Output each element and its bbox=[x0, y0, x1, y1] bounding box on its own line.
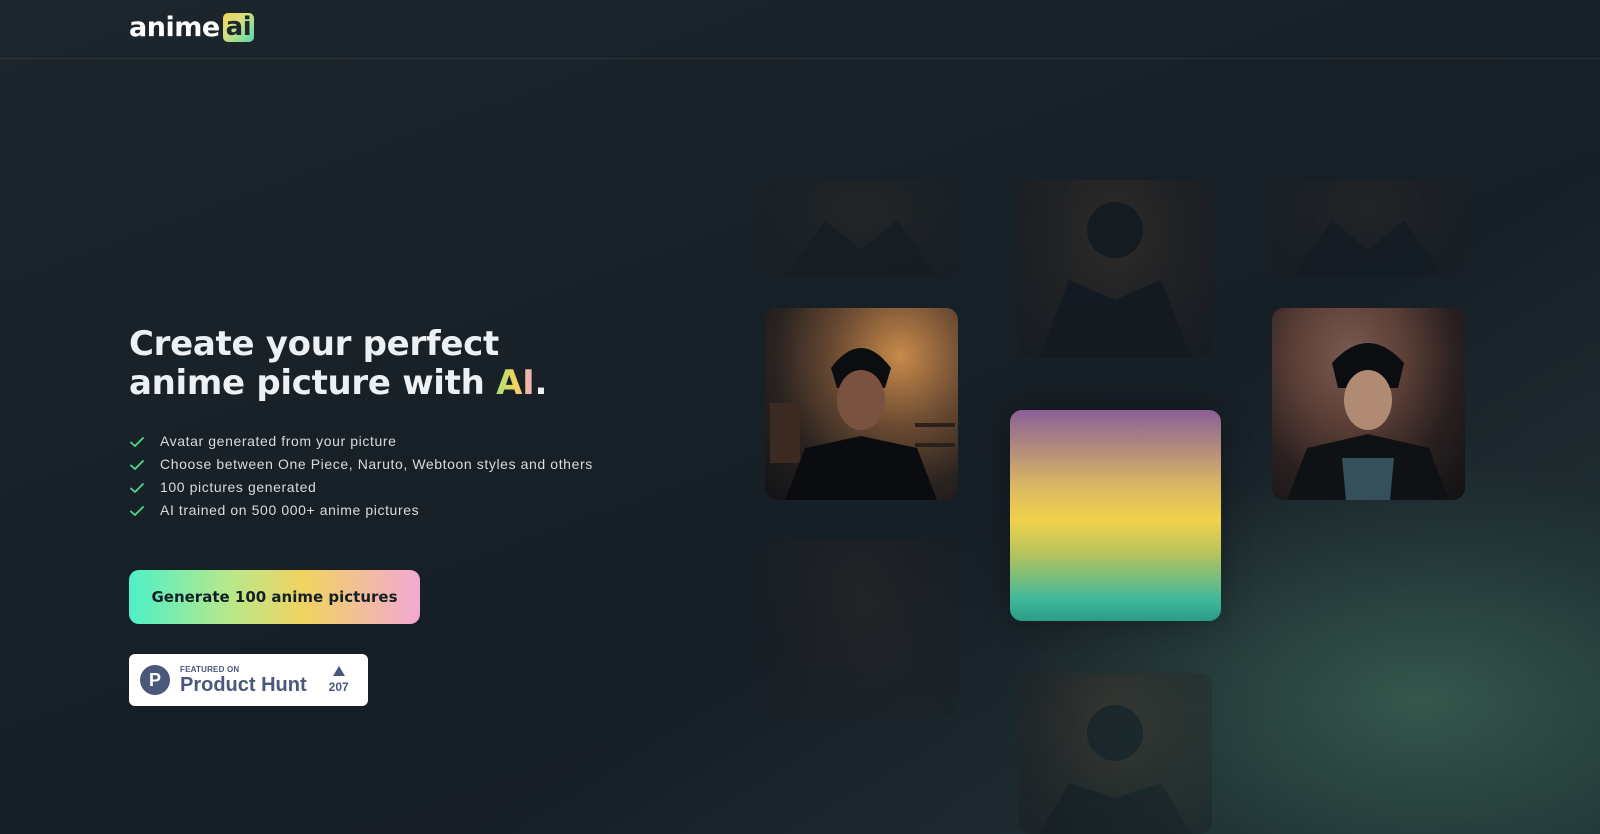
hero-title-accent: AI bbox=[496, 363, 535, 403]
anime-portrait-image bbox=[765, 308, 958, 500]
feature-item: 100 pictures generated bbox=[129, 478, 599, 497]
hero-title-suffix: . bbox=[534, 363, 548, 403]
product-hunt-badge[interactable]: P FEATURED ON Product Hunt 207 bbox=[129, 654, 368, 706]
anime-portrait-image bbox=[1272, 308, 1465, 500]
hero-title-line2: anime picture with AI. bbox=[129, 364, 689, 403]
product-hunt-logo-icon: P bbox=[140, 665, 170, 695]
anime-portrait-image bbox=[1272, 180, 1465, 277]
feature-text: 100 pictures generated bbox=[160, 479, 317, 495]
feature-item: AI trained on 500 000+ anime pictures bbox=[129, 501, 599, 520]
feature-text: Avatar generated from your picture bbox=[160, 433, 397, 449]
check-icon bbox=[130, 436, 144, 447]
logo-text: anime bbox=[129, 12, 220, 43]
product-hunt-text: FEATURED ON Product Hunt bbox=[180, 665, 307, 696]
anime-portrait-image bbox=[1019, 673, 1212, 834]
feature-text: AI trained on 500 000+ anime pictures bbox=[160, 502, 420, 518]
feature-item: Avatar generated from your picture bbox=[129, 432, 599, 451]
top-navbar: anime ai bbox=[0, 0, 1600, 59]
feature-list: Avatar generated from your picture Choos… bbox=[129, 432, 599, 524]
product-hunt-votes: 207 bbox=[329, 666, 349, 694]
logo-badge: ai bbox=[222, 13, 255, 42]
feature-text: Choose between One Piece, Naruto, Webtoo… bbox=[160, 456, 593, 472]
vote-count: 207 bbox=[328, 680, 349, 694]
product-hunt-name: Product Hunt bbox=[180, 673, 307, 696]
hero-title: Create your perfect anime picture with A… bbox=[129, 325, 689, 403]
anime-portrait-image bbox=[765, 180, 958, 277]
hero-title-prefix: anime picture with bbox=[129, 363, 497, 403]
generate-button[interactable]: Generate 100 anime pictures bbox=[129, 570, 420, 624]
upvote-triangle-icon bbox=[332, 666, 345, 676]
check-icon bbox=[130, 505, 144, 516]
generated-preview-gradient bbox=[1010, 410, 1221, 621]
anime-portrait-image bbox=[765, 540, 958, 718]
feature-item: Choose between One Piece, Naruto, Webtoo… bbox=[129, 455, 599, 474]
logo[interactable]: anime ai bbox=[129, 12, 255, 43]
hero-title-line1: Create your perfect bbox=[129, 324, 499, 364]
product-hunt-featured-label: FEATURED ON bbox=[180, 664, 240, 674]
check-icon bbox=[130, 459, 144, 470]
check-icon bbox=[130, 482, 144, 493]
anime-portrait-image bbox=[1019, 180, 1212, 358]
